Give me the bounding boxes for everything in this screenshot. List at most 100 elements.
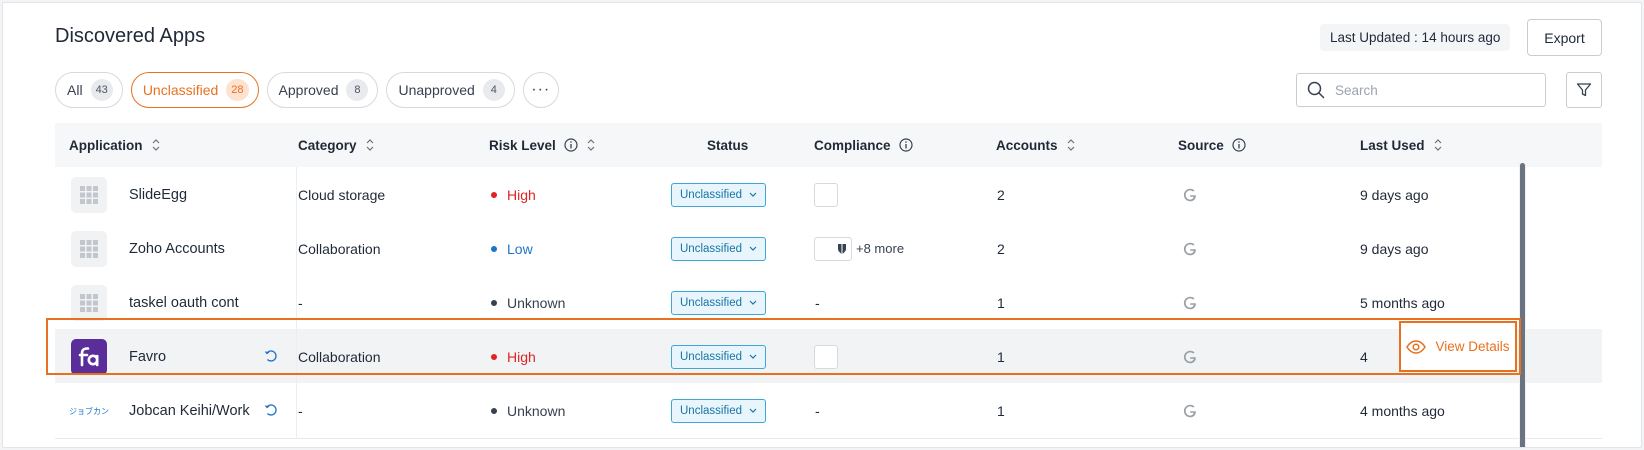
view-details-label: View Details — [1435, 339, 1510, 354]
compliance-badge[interactable] — [814, 344, 838, 369]
source-cell — [1182, 221, 1198, 276]
scrollbar-thumb[interactable] — [1520, 163, 1525, 447]
compliance-cell: +8 more — [814, 221, 904, 276]
app-name[interactable]: taskel oauth cont — [129, 275, 239, 330]
sort-icon[interactable] — [1433, 138, 1443, 152]
status-dropdown[interactable]: Unclassified — [671, 236, 766, 261]
app-name[interactable]: Zoho Accounts — [129, 221, 225, 276]
tab-count: 28 — [226, 79, 249, 101]
risk-cell: Unknown — [491, 383, 565, 438]
more-options-button[interactable]: ··· — [522, 72, 559, 108]
sort-icon[interactable] — [586, 138, 596, 152]
info-icon[interactable] — [898, 138, 913, 152]
tab-all[interactable]: All 43 — [55, 72, 123, 108]
compliance-badge[interactable] — [814, 182, 838, 207]
risk-cell: High — [491, 167, 536, 222]
last-used-value: 4 — [1360, 348, 1368, 365]
source-cell — [1182, 329, 1198, 384]
column-category[interactable]: Category — [298, 123, 375, 167]
accounts-cell: 1 — [997, 348, 1005, 365]
page-title: Discovered Apps — [55, 25, 206, 47]
app-name[interactable]: Favro — [129, 329, 166, 384]
tab-approved[interactable]: Approved 8 — [266, 72, 379, 108]
table-row[interactable]: Favro Collaboration High Unclassified 1 … — [55, 329, 1602, 385]
column-label: Application — [69, 137, 143, 153]
chevron-down-icon — [749, 192, 757, 197]
search-input[interactable] — [1335, 82, 1535, 98]
sort-icon[interactable] — [151, 138, 161, 152]
compliance-badges[interactable] — [814, 236, 852, 261]
sort-icon[interactable] — [1066, 138, 1076, 152]
status-dropdown[interactable]: Unclassified — [671, 344, 766, 369]
filter-icon — [1576, 83, 1592, 97]
app-name[interactable]: Jobcan Keihi/Work — [129, 383, 250, 438]
risk-cell: High — [491, 329, 536, 384]
risk-dot — [491, 299, 497, 306]
info-icon[interactable] — [1232, 138, 1246, 152]
column-label: Status — [707, 137, 749, 153]
last-used-cell: 4 months ago — [1360, 402, 1445, 419]
app-placeholder-icon — [71, 285, 107, 321]
column-last-used[interactable]: Last Used — [1360, 123, 1443, 167]
table-row[interactable]: Zoho Accounts Collaboration Low Unclassi… — [55, 221, 1602, 277]
column-risk-level[interactable]: Risk Level — [489, 123, 596, 167]
risk-label: High — [507, 186, 536, 203]
risk-cell: Unknown — [491, 275, 565, 330]
filter-button[interactable] — [1566, 72, 1602, 108]
risk-dot — [491, 245, 497, 252]
chevron-down-icon — [749, 246, 757, 251]
risk-dot — [491, 353, 497, 360]
column-label: Compliance — [814, 137, 891, 153]
apps-table: Application Category Risk Level Status C… — [55, 123, 1602, 447]
google-icon — [1183, 188, 1196, 201]
sync-icon[interactable] — [264, 403, 278, 417]
accounts-cell: 2 — [997, 186, 1005, 203]
risk-dot — [491, 191, 497, 198]
source-cell — [1182, 383, 1198, 438]
column-label: Accounts — [996, 137, 1058, 153]
sort-icon[interactable] — [365, 138, 375, 152]
table-row[interactable]: SlideEgg Cloud storage High Unclassified… — [55, 167, 1602, 223]
column-accounts[interactable]: Accounts — [996, 123, 1076, 167]
status-dropdown[interactable]: Unclassified — [671, 398, 766, 423]
tab-count: 43 — [90, 79, 113, 101]
status-label: Unclassified — [680, 404, 742, 417]
google-icon — [1183, 296, 1196, 309]
table-row[interactable]: ジョブカン Jobcan Keihi/Work - Unknown Unclas… — [55, 383, 1602, 439]
accounts-cell: 2 — [997, 240, 1005, 257]
app-placeholder-icon — [71, 231, 107, 267]
status-cell: Unclassified — [671, 383, 766, 438]
compliance-more-link[interactable]: +8 more — [856, 241, 904, 256]
app-cell: SlideEgg — [55, 167, 297, 222]
tab-unclassified[interactable]: Unclassified 28 — [130, 72, 259, 108]
risk-cell: Low — [491, 221, 533, 276]
discovered-apps-panel: Discovered Apps Last Updated : 14 hours … — [2, 2, 1642, 448]
status-label: Unclassified — [680, 188, 742, 201]
table-row[interactable]: taskel oauth cont - Unknown Unclassified… — [55, 275, 1602, 331]
tab-label: Unapproved — [398, 82, 475, 98]
sync-icon[interactable] — [264, 349, 278, 363]
app-name[interactable]: SlideEgg — [129, 167, 187, 222]
last-used-cell: 4 — [1360, 329, 1368, 384]
favro-logo-icon — [71, 339, 107, 375]
status-dropdown[interactable]: Unclassified — [671, 290, 766, 315]
google-icon — [1183, 350, 1196, 363]
search-box[interactable] — [1296, 73, 1546, 107]
info-icon[interactable] — [564, 138, 578, 152]
tab-label: Unclassified — [142, 82, 219, 98]
view-details-button[interactable]: View Details — [1399, 321, 1517, 372]
category-cell: - — [298, 402, 303, 419]
column-label: Risk Level — [489, 137, 556, 153]
export-button[interactable]: Export — [1527, 19, 1602, 56]
app-cell: Zoho Accounts — [55, 221, 297, 276]
compliance-cell: - — [815, 294, 820, 311]
chevron-down-icon — [749, 300, 757, 305]
tab-count: 8 — [346, 79, 369, 101]
status-dropdown[interactable]: Unclassified — [671, 182, 766, 207]
column-application[interactable]: Application — [69, 123, 161, 167]
category-cell: Collaboration — [298, 348, 381, 365]
tab-unapproved[interactable]: Unapproved 4 — [386, 72, 515, 108]
column-label: Source — [1178, 137, 1224, 153]
accounts-cell: 1 — [997, 294, 1005, 311]
column-source: Source — [1178, 123, 1246, 167]
